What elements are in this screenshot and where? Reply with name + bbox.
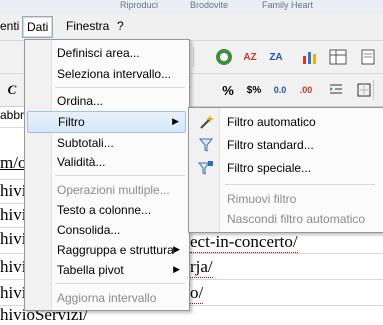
pivot-table-icon[interactable] [328,47,348,67]
menu-item-ordina[interactable]: Ordina... [27,91,186,111]
menu-separator [55,283,185,284]
cell-link-text[interactable]: o/ [190,283,204,304]
menu-item-definisci-area[interactable]: Definisci area... [27,43,186,63]
sheet-icon[interactable] [358,47,378,67]
toolbar-separator [373,80,374,100]
currency-format-icon[interactable]: $% [244,80,264,100]
sort-descending-icon[interactable]: ZA [266,47,286,67]
sort-ascending-icon[interactable]: AZ [240,47,260,67]
cell-link-text[interactable]: ect-in-concerto/ [190,232,298,253]
menu-item-filtro[interactable]: Filtro ▶ [27,111,186,133]
dati-dropdown-menu: Definisci area... Seleziona intervallo..… [24,39,190,311]
border-icon[interactable] [354,80,374,100]
menu-item-testo-a-colonne[interactable]: Testo a colonne... [27,200,186,220]
indent-icon[interactable] [326,80,346,100]
menu-item-seleziona-intervallo[interactable]: Seleziona intervallo... [27,64,186,84]
funnel-icon [198,137,214,153]
filtro-submenu: Filtro automatico Filtro standard... Fil… [188,107,383,233]
chart-icon[interactable] [300,47,320,67]
funnel-plus-icon [198,160,214,176]
menu-item-tabella-pivot[interactable]: Tabella pivot ▶ [27,260,186,280]
menu-item-raggruppa-struttura[interactable]: Raggruppa e struttura ▶ [27,240,186,260]
menu-item-validita[interactable]: Validità... [27,152,186,172]
menu-separator [55,87,185,88]
font-color-button[interactable]: C [2,80,22,100]
menu-separator [225,184,375,185]
title-fragment: Brodovite [190,0,229,10]
wand-icon [198,114,214,130]
submenu-arrow-icon: ▶ [173,264,180,274]
menu-item-filtro-automatico[interactable]: Filtro automatico [191,111,379,133]
title-fragment: Riproduci [120,0,159,10]
menu-dati[interactable]: Dati [22,16,54,38]
title-fragment: Family Heart [262,0,314,10]
menu-item-filtro-standard[interactable]: Filtro standard... [191,134,379,156]
submenu-arrow-icon: ▶ [172,116,179,126]
menu-strumenti[interactable]: enti [0,19,19,33]
menu-item-filtro-speciale[interactable]: Filtro speciale... [191,157,379,179]
menu-item-consolida[interactable]: Consolida... [27,220,186,240]
cell-link-text[interactable]: rja/ [190,257,213,278]
toolbar-separator [193,47,194,67]
menu-finestra[interactable]: Finestra [66,19,109,33]
menu-separator [55,175,185,176]
menu-item-operazioni-multiple: Operazioni multiple... [57,183,170,197]
cell-text[interactable]: m/o [0,153,26,173]
submenu-arrow-icon: ▶ [173,244,180,254]
add-decimal-icon[interactable]: 0.0 [270,80,290,100]
window-title-strip: Riproduci Brodovite Family Heart [0,0,383,14]
menu-help[interactable]: ? [117,19,124,33]
menu-item-subtotali[interactable]: Subtotali... [27,133,186,153]
menu-item-aggiorna-intervallo: Aggiorna intervallo [57,291,157,305]
menu-item-nascondi-filtro-automatico: Nascondi filtro automatico [227,212,366,226]
percent-format-icon[interactable]: % [218,80,238,100]
menu-item-rimuovi-filtro: Rimuovi filtro [227,192,297,206]
menu-bar: enti Dati Finestra ? [0,14,383,41]
remove-decimal-icon[interactable]: .00 [296,80,316,100]
navigator-icon[interactable] [214,47,234,67]
